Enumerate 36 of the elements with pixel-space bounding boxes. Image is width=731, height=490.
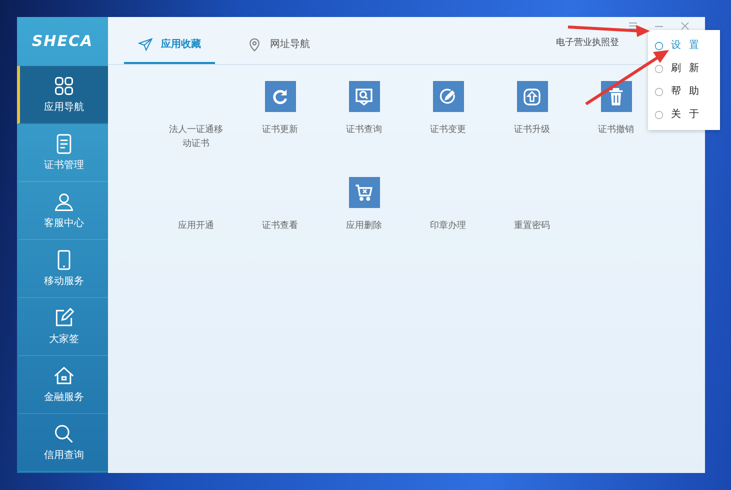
logo: SHECA — [30, 31, 94, 52]
circle-icon — [654, 64, 664, 74]
pen-icon — [53, 306, 75, 328]
circle-icon — [654, 110, 664, 120]
app-item[interactable]: 证书查询 — [322, 81, 406, 161]
send-icon — [138, 37, 153, 52]
sidebar-item[interactable]: 应用导航 — [17, 66, 108, 124]
upload-icon — [522, 86, 542, 106]
app-item[interactable]: 印章办理 — [406, 177, 490, 257]
app-item[interactable]: 应用开通 — [154, 177, 238, 257]
app-item[interactable]: 证书变更 — [406, 81, 490, 161]
menu-item[interactable]: 设置 — [648, 34, 720, 57]
tab[interactable]: 网址导航 — [233, 37, 324, 64]
menu-icon — [627, 20, 639, 32]
app-item[interactable]: 证书查看 — [238, 177, 322, 257]
app-item[interactable]: 应用删除 — [322, 177, 406, 257]
close-icon — [679, 20, 691, 32]
circle-icon — [654, 40, 664, 50]
menu-item[interactable]: 刷新 — [648, 57, 720, 80]
search-icon — [53, 422, 75, 444]
app-item[interactable]: 证书升级 — [490, 81, 574, 161]
menu-button[interactable] — [627, 20, 639, 32]
app-item[interactable]: 证书更新 — [238, 81, 322, 161]
header-link[interactable]: 电子营业执照登 — [556, 36, 619, 64]
circle-icon — [654, 86, 664, 96]
close-button[interactable] — [679, 20, 691, 32]
monitor-search-icon — [354, 86, 374, 106]
edit-icon — [438, 86, 458, 106]
grid-icon — [53, 74, 75, 96]
tab[interactable]: 应用收藏 — [124, 37, 215, 64]
app-item[interactable]: 法人一证通移动证书 — [154, 81, 238, 161]
house-icon — [53, 364, 75, 386]
person-icon — [53, 190, 75, 212]
cart-icon — [354, 182, 374, 202]
location-pin-icon — [247, 37, 262, 52]
app-item[interactable]: 重置密码 — [490, 177, 574, 257]
